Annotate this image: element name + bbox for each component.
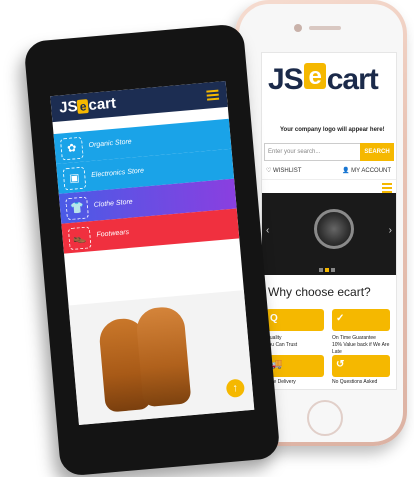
why-choose-heading: Why choose ecart? xyxy=(268,285,371,299)
basket-icon: ✿ xyxy=(59,136,84,161)
shoe-icon: 👞 xyxy=(67,226,92,251)
home-button[interactable] xyxy=(307,400,343,436)
category-label: Organic Store xyxy=(88,138,132,150)
chevron-left-icon[interactable]: ‹ xyxy=(266,225,269,236)
shoe-right xyxy=(135,305,192,408)
ecart-logo[interactable]: JSecart xyxy=(59,95,117,117)
appliance-icon: ▣ xyxy=(62,166,87,191)
delivery-feature-tile: 🚚 xyxy=(266,355,324,377)
category-label: Electronics Store xyxy=(90,167,145,179)
android-screen: JSecart ✿ Organic Store ▣ Electronics St… xyxy=(50,80,255,426)
my-account-link[interactable]: 👤 MY ACCOUNT xyxy=(342,167,391,174)
ontime-feature-tile: ✓ xyxy=(332,309,390,331)
chevron-right-icon[interactable]: › xyxy=(389,225,392,236)
quality-icon: Q xyxy=(270,313,278,324)
quality-feature-tile: Q xyxy=(266,309,324,331)
search-button[interactable]: SEARCH xyxy=(360,143,394,161)
category-label: Footwears xyxy=(96,228,130,239)
return-icon: ↺ xyxy=(336,359,345,370)
ecart-logo[interactable]: JSecart xyxy=(268,63,379,97)
shirt-icon: 👕 xyxy=(65,196,90,221)
noquestions-feature-tile: ↺ xyxy=(332,355,390,377)
speaker-grille xyxy=(309,26,341,30)
front-camera xyxy=(294,24,302,32)
ontime-feature-label: On Time Guarantee 10% Value back if We Ar… xyxy=(332,335,390,355)
scroll-top-button[interactable]: ↑ xyxy=(225,378,246,399)
hero-banner: ‹ › xyxy=(262,193,396,275)
watch-image xyxy=(314,209,354,249)
check-icon: ✓ xyxy=(336,313,345,324)
wishlist-link[interactable]: ♡ WISHLIST xyxy=(266,167,301,174)
iphone-screen: JS e cart Your company logo will appear he… xyxy=(261,52,397,390)
product-image-shoes[interactable]: ↑ xyxy=(68,290,255,426)
android-device: JSecart ✿ Organic Store ▣ Electronics St… xyxy=(23,23,281,477)
noquestions-feature-label: No Questions Asked xyxy=(332,379,378,385)
nav-bar xyxy=(262,179,396,194)
carousel-dots[interactable] xyxy=(318,259,336,277)
category-label: Clothe Store xyxy=(93,198,133,209)
app-header: JSecart xyxy=(50,80,228,123)
logo-tagline: Your company logo will appear here! xyxy=(280,127,385,133)
shopping-bag-icon: e xyxy=(303,63,326,90)
hamburger-menu-icon[interactable] xyxy=(206,89,220,103)
search-input[interactable]: Enter your search... xyxy=(264,143,361,161)
